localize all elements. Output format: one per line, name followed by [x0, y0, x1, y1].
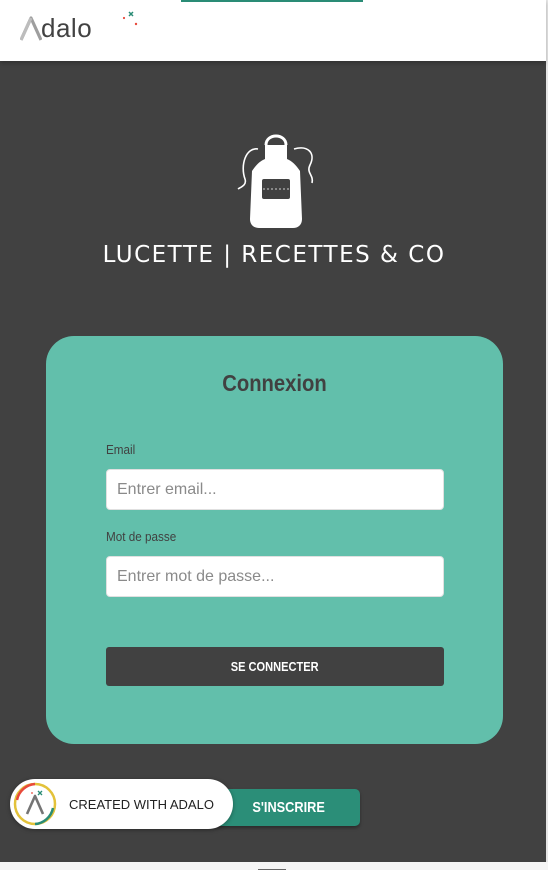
adalo-logo-icon: [19, 16, 43, 41]
login-card: Connexion Email Mot de passe SE CONNECTE…: [46, 336, 503, 744]
adalo-brand-logo[interactable]: dalo: [19, 11, 138, 43]
apron-icon: [236, 131, 316, 231]
email-label: Email: [106, 442, 136, 457]
bottom-strip: [0, 862, 548, 870]
login-button[interactable]: SE CONNECTER: [106, 647, 444, 686]
login-button-label: SE CONNECTER: [231, 659, 319, 674]
badge-text: CREATED WITH ADALO: [69, 796, 214, 812]
login-title: Connexion: [222, 370, 327, 396]
email-input[interactable]: [106, 469, 444, 510]
brand-name: dalo: [41, 13, 93, 43]
password-input[interactable]: [106, 556, 444, 597]
app-screen: LUCETTE | RECETTES & CO Connexion Email …: [0, 61, 546, 862]
password-label: Mot de passe: [106, 529, 177, 544]
adalo-badge-icon: [13, 782, 57, 826]
app-title: LUCETTE | RECETTES & CO: [102, 242, 446, 268]
created-with-adalo-badge[interactable]: CREATED WITH ADALO: [10, 779, 233, 829]
top-accent-line: [181, 0, 363, 2]
top-bar: dalo: [0, 0, 546, 61]
signup-button-label: S'INSCRIRE: [252, 799, 326, 816]
sparkle-icon: [120, 11, 138, 29]
